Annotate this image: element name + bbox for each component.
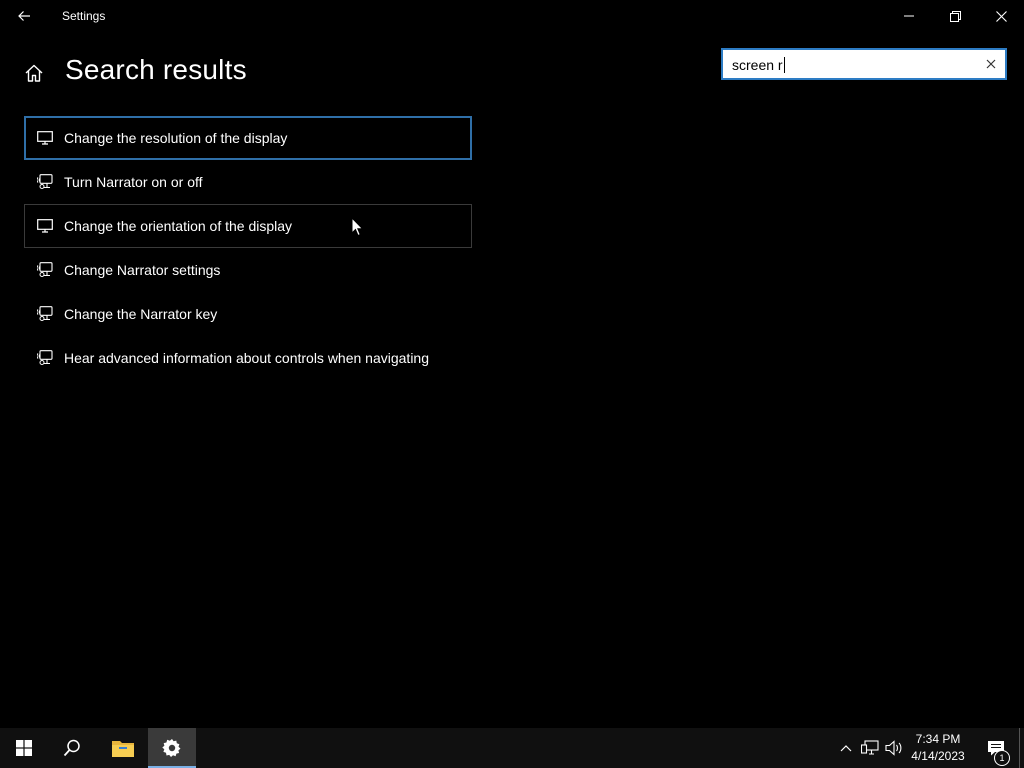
narrator-icon bbox=[36, 174, 53, 189]
result-label: Hear advanced information about controls… bbox=[64, 350, 430, 366]
result-label: Turn Narrator on or off bbox=[64, 174, 203, 190]
settings-taskbar-button[interactable] bbox=[148, 728, 196, 768]
result-item-advanced-info[interactable]: Hear advanced information about controls… bbox=[24, 336, 472, 380]
narrator-icon bbox=[36, 306, 53, 321]
narrator-icon bbox=[36, 262, 53, 277]
back-arrow-icon bbox=[18, 11, 30, 21]
taskbar: 7:34 PM 4/14/2023 1 bbox=[0, 728, 1024, 768]
restore-button[interactable] bbox=[932, 0, 978, 32]
home-icon bbox=[25, 64, 43, 82]
search-clear-button[interactable] bbox=[981, 54, 1001, 74]
result-label: Change Narrator settings bbox=[64, 262, 221, 278]
search-input[interactable]: screen r bbox=[721, 48, 1007, 80]
result-item-narrator-toggle[interactable]: Turn Narrator on or off bbox=[24, 160, 472, 204]
mouse-cursor-icon bbox=[351, 217, 364, 237]
close-button[interactable] bbox=[978, 0, 1024, 32]
result-item-narrator-key[interactable]: Change the Narrator key bbox=[24, 292, 472, 336]
window-title: Settings bbox=[62, 9, 106, 23]
file-explorer-button[interactable] bbox=[99, 728, 147, 768]
taskbar-search-button[interactable] bbox=[48, 728, 96, 768]
text-caret bbox=[783, 57, 785, 73]
show-desktop-button[interactable] bbox=[1019, 728, 1020, 768]
notification-count-badge: 1 bbox=[994, 750, 1010, 766]
result-label: Change the resolution of the display bbox=[64, 130, 288, 146]
chevron-up-icon bbox=[840, 745, 852, 752]
file-explorer-icon bbox=[112, 741, 134, 757]
show-hidden-icons-button[interactable] bbox=[836, 738, 856, 758]
clock-time: 7:34 PM bbox=[915, 732, 961, 746]
search-input-value: screen r bbox=[732, 57, 783, 73]
result-item-change-orientation[interactable]: Change the orientation of the display bbox=[24, 204, 472, 248]
back-button[interactable] bbox=[8, 0, 40, 32]
monitor-icon bbox=[37, 219, 53, 233]
home-button[interactable] bbox=[20, 58, 48, 88]
restore-icon bbox=[949, 10, 961, 22]
page-title: Search results bbox=[65, 54, 247, 85]
gear-icon bbox=[162, 739, 181, 757]
result-item-narrator-settings[interactable]: Change Narrator settings bbox=[24, 248, 472, 292]
search-icon bbox=[63, 739, 80, 757]
clear-x-icon bbox=[986, 59, 996, 69]
volume-button[interactable] bbox=[884, 738, 904, 758]
minimize-button[interactable] bbox=[886, 0, 932, 32]
narrator-icon bbox=[36, 350, 53, 365]
network-button[interactable] bbox=[860, 738, 880, 758]
clock[interactable]: 7:34 PM 4/14/2023 bbox=[906, 731, 970, 765]
result-label: Change the orientation of the display bbox=[64, 218, 293, 234]
title-bar: Settings bbox=[0, 0, 1024, 32]
result-label: Change the Narrator key bbox=[64, 306, 218, 322]
start-button[interactable] bbox=[0, 728, 48, 768]
monitor-icon bbox=[37, 131, 53, 145]
network-icon bbox=[861, 740, 879, 755]
minimize-icon bbox=[904, 15, 914, 17]
search-results-list: Change the resolution of the display Tur… bbox=[24, 116, 472, 380]
windows-logo-icon bbox=[16, 740, 32, 756]
clock-date: 4/14/2023 bbox=[911, 749, 965, 763]
result-item-change-resolution[interactable]: Change the resolution of the display bbox=[24, 116, 472, 160]
close-icon bbox=[995, 10, 1007, 22]
volume-icon bbox=[885, 740, 902, 756]
